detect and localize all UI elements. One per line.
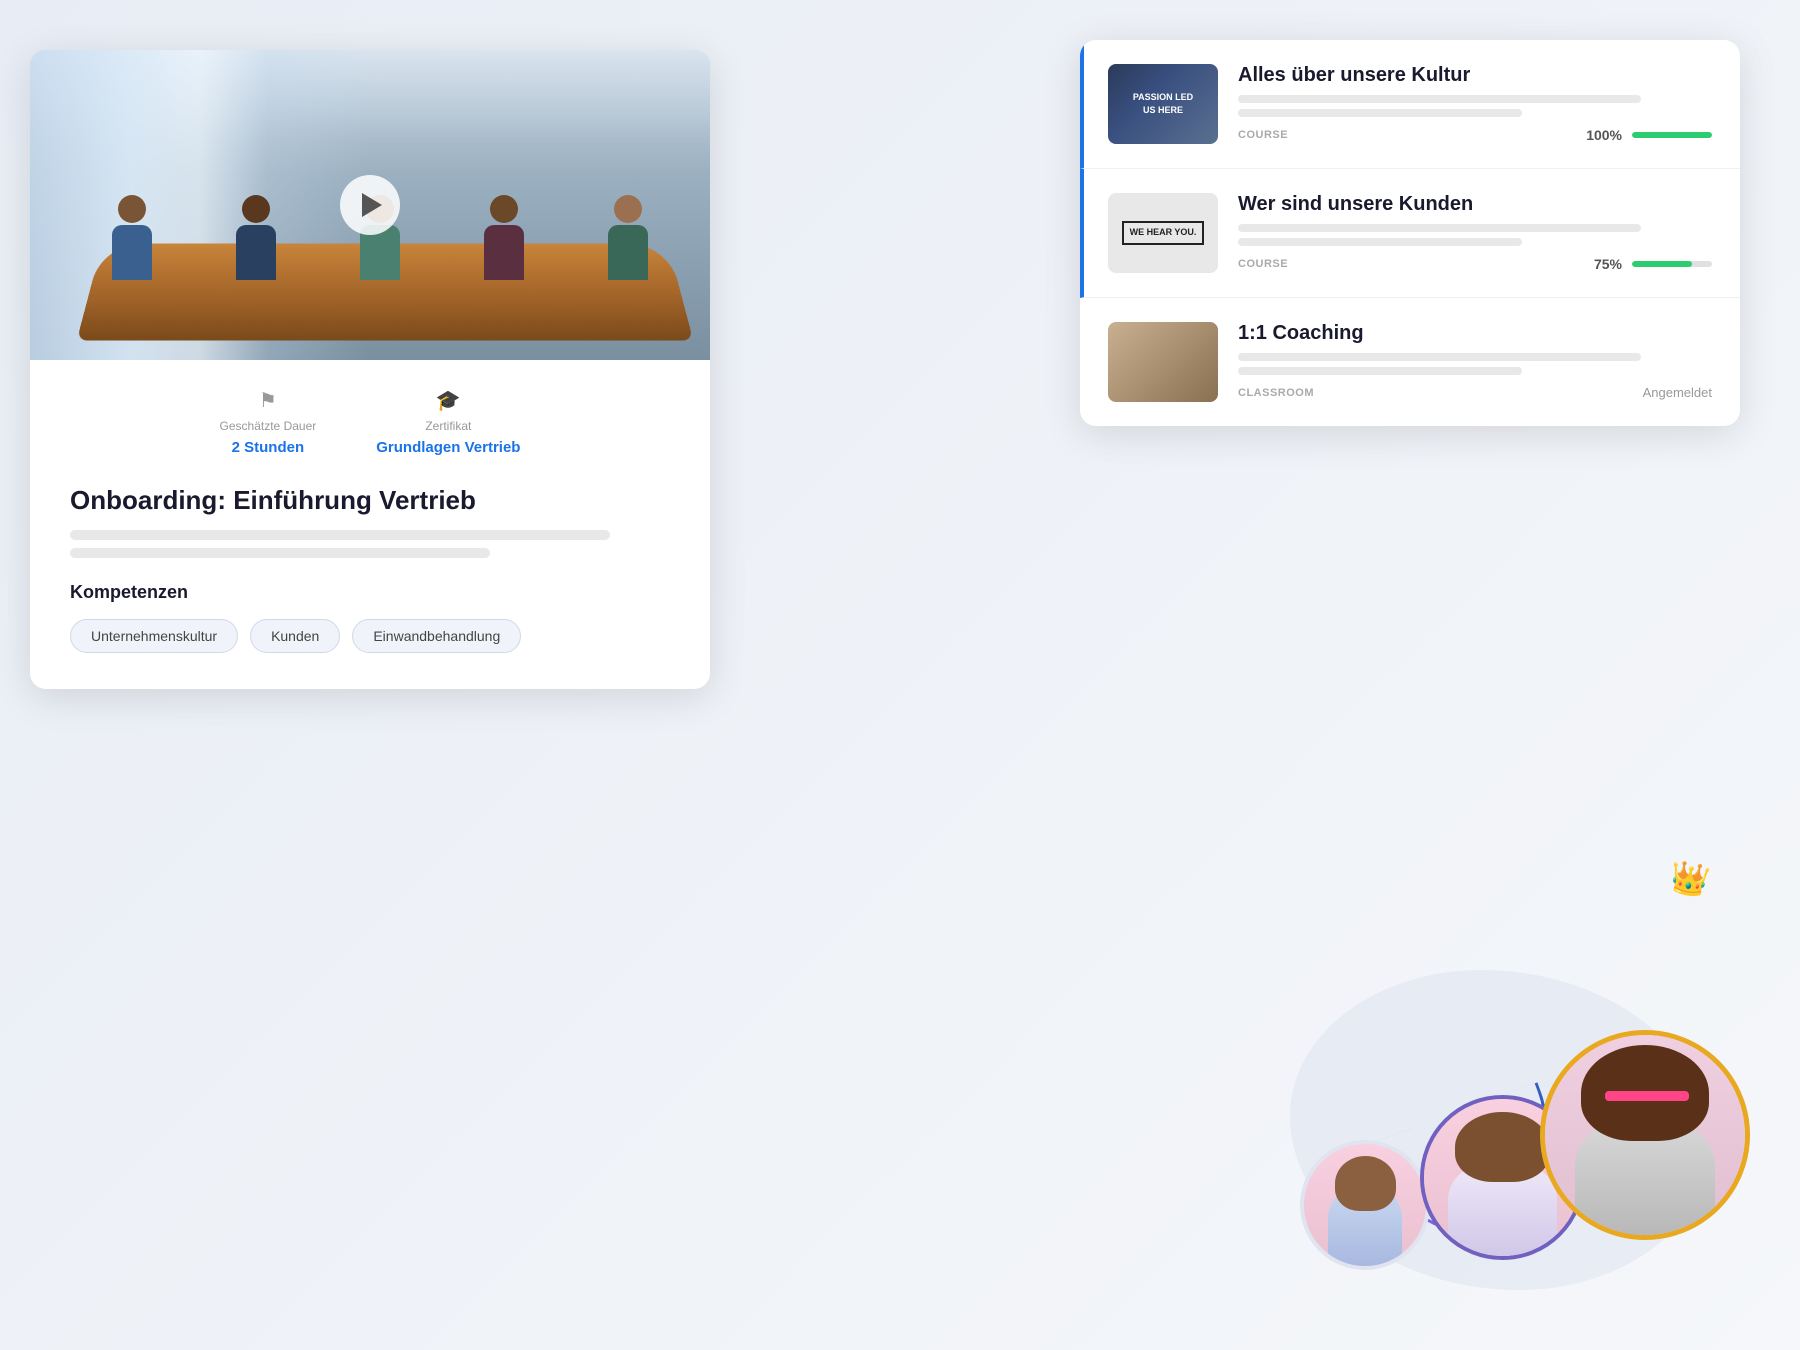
stairs-thumbnail <box>1108 322 1218 402</box>
progress-bar-1 <box>1632 132 1712 138</box>
progress-pct-1: 100% <box>1586 127 1622 143</box>
skills-tags: Unternehmenskultur Kunden Einwandbehandl… <box>70 619 670 653</box>
progress-bar-2 <box>1632 261 1712 267</box>
progress-fill-1 <box>1632 132 1712 138</box>
c-line-5 <box>1238 353 1641 361</box>
body <box>484 225 524 280</box>
culture-thumbnail <box>1108 64 1218 144</box>
progress-fill-2 <box>1632 261 1692 267</box>
course-list-card: Alles über unsere Kultur COURSE 100% <box>1080 40 1740 426</box>
progress-2: 75% <box>1594 256 1712 272</box>
kompetenzen-heading: Kompetenzen <box>70 582 670 603</box>
course-hero-image <box>30 50 710 360</box>
cert-meta: 🎓 Zertifikat Grundlagen Vertrieb <box>376 388 520 456</box>
course-title: Onboarding: Einführung Vertrieb <box>70 484 670 518</box>
course-desc-3 <box>1238 353 1712 375</box>
body <box>608 225 648 280</box>
scene: ⚑ Geschätzte Dauer 2 Stunden 🎓 Zertifika… <box>0 0 1800 1350</box>
course-desc-2 <box>1238 224 1712 246</box>
head <box>118 195 146 223</box>
course-item-3[interactable]: 1:1 Coaching CLASSROOM Angemeldet <box>1080 298 1740 426</box>
we-hear-you-text: WE HEAR YOU. <box>1122 221 1205 245</box>
duration-meta: ⚑ Geschätzte Dauer 2 Stunden <box>220 388 317 456</box>
crown-icon: 👑 <box>1667 857 1713 901</box>
avatar-large-person <box>1545 1035 1745 1235</box>
cert-value: Grundlagen Vertrieb <box>376 439 520 456</box>
course-type-1: COURSE <box>1238 129 1288 141</box>
body <box>112 225 152 280</box>
course-type-2: COURSE <box>1238 258 1288 270</box>
tag-unternehmenskultur[interactable]: Unternehmenskultur <box>70 619 238 653</box>
flag-icon: ⚑ <box>259 388 277 413</box>
course-footer-1: COURSE 100% <box>1238 127 1712 143</box>
c-line-4 <box>1238 238 1522 246</box>
head <box>242 195 270 223</box>
body <box>236 225 276 280</box>
person-1 <box>112 195 152 280</box>
course-thumb-2: WE HEAR YOU. <box>1108 193 1218 273</box>
cert-label: Zertifikat <box>425 419 471 433</box>
desc-line-1 <box>70 530 610 540</box>
play-icon <box>362 193 382 217</box>
course-info-1: Alles über unsere Kultur COURSE 100% <box>1238 64 1712 143</box>
c-line-6 <box>1238 367 1522 375</box>
desc-line-2 <box>70 548 490 558</box>
course-name-3: 1:1 Coaching <box>1238 322 1712 345</box>
head <box>490 195 518 223</box>
tag-einwandbehandlung[interactable]: Einwandbehandlung <box>352 619 521 653</box>
course-body: ⚑ Geschätzte Dauer 2 Stunden 🎓 Zertifika… <box>30 360 710 689</box>
head <box>614 195 642 223</box>
avatars-card: 👑 <box>1260 870 1760 1290</box>
meeting-background <box>30 50 710 360</box>
course-description <box>70 530 670 558</box>
duration-value: 2 Stunden <box>232 439 305 456</box>
avatar-small <box>1300 1140 1430 1270</box>
hear-thumbnail: WE HEAR YOU. <box>1108 193 1218 273</box>
course-footer-2: COURSE 75% <box>1238 256 1712 272</box>
glasses-decoration <box>1605 1091 1689 1101</box>
course-item-2[interactable]: WE HEAR YOU. Wer sind unsere Kunden COUR… <box>1080 169 1740 298</box>
person-4 <box>484 195 524 280</box>
meta-row: ⚑ Geschätzte Dauer 2 Stunden 🎓 Zertifika… <box>70 388 670 456</box>
c-line-1 <box>1238 95 1641 103</box>
avatar-large <box>1540 1030 1750 1240</box>
course-item-1[interactable]: Alles über unsere Kultur COURSE 100% <box>1080 40 1740 169</box>
course-detail-card: ⚑ Geschätzte Dauer 2 Stunden 🎓 Zertifika… <box>30 50 710 689</box>
course-footer-3: CLASSROOM Angemeldet <box>1238 385 1712 400</box>
course-type-3: CLASSROOM <box>1238 387 1314 399</box>
c-line-2 <box>1238 109 1522 117</box>
play-button[interactable] <box>340 175 400 235</box>
course-name-2: Wer sind unsere Kunden <box>1238 193 1712 216</box>
angemeldet-badge: Angemeldet <box>1643 385 1712 400</box>
tag-kunden[interactable]: Kunden <box>250 619 340 653</box>
progress-1: 100% <box>1586 127 1712 143</box>
course-info-3: 1:1 Coaching CLASSROOM Angemeldet <box>1238 322 1712 400</box>
course-thumb-1 <box>1108 64 1218 144</box>
certificate-icon: 🎓 <box>436 388 461 413</box>
course-thumb-3 <box>1108 322 1218 402</box>
course-desc-1 <box>1238 95 1712 117</box>
course-name-1: Alles über unsere Kultur <box>1238 64 1712 87</box>
progress-pct-2: 75% <box>1594 256 1622 272</box>
duration-label: Geschätzte Dauer <box>220 419 317 433</box>
c-line-3 <box>1238 224 1641 232</box>
person-5 <box>608 195 648 280</box>
avatar-small-person <box>1304 1144 1426 1266</box>
course-info-2: Wer sind unsere Kunden COURSE 75% <box>1238 193 1712 272</box>
person-2 <box>236 195 276 280</box>
